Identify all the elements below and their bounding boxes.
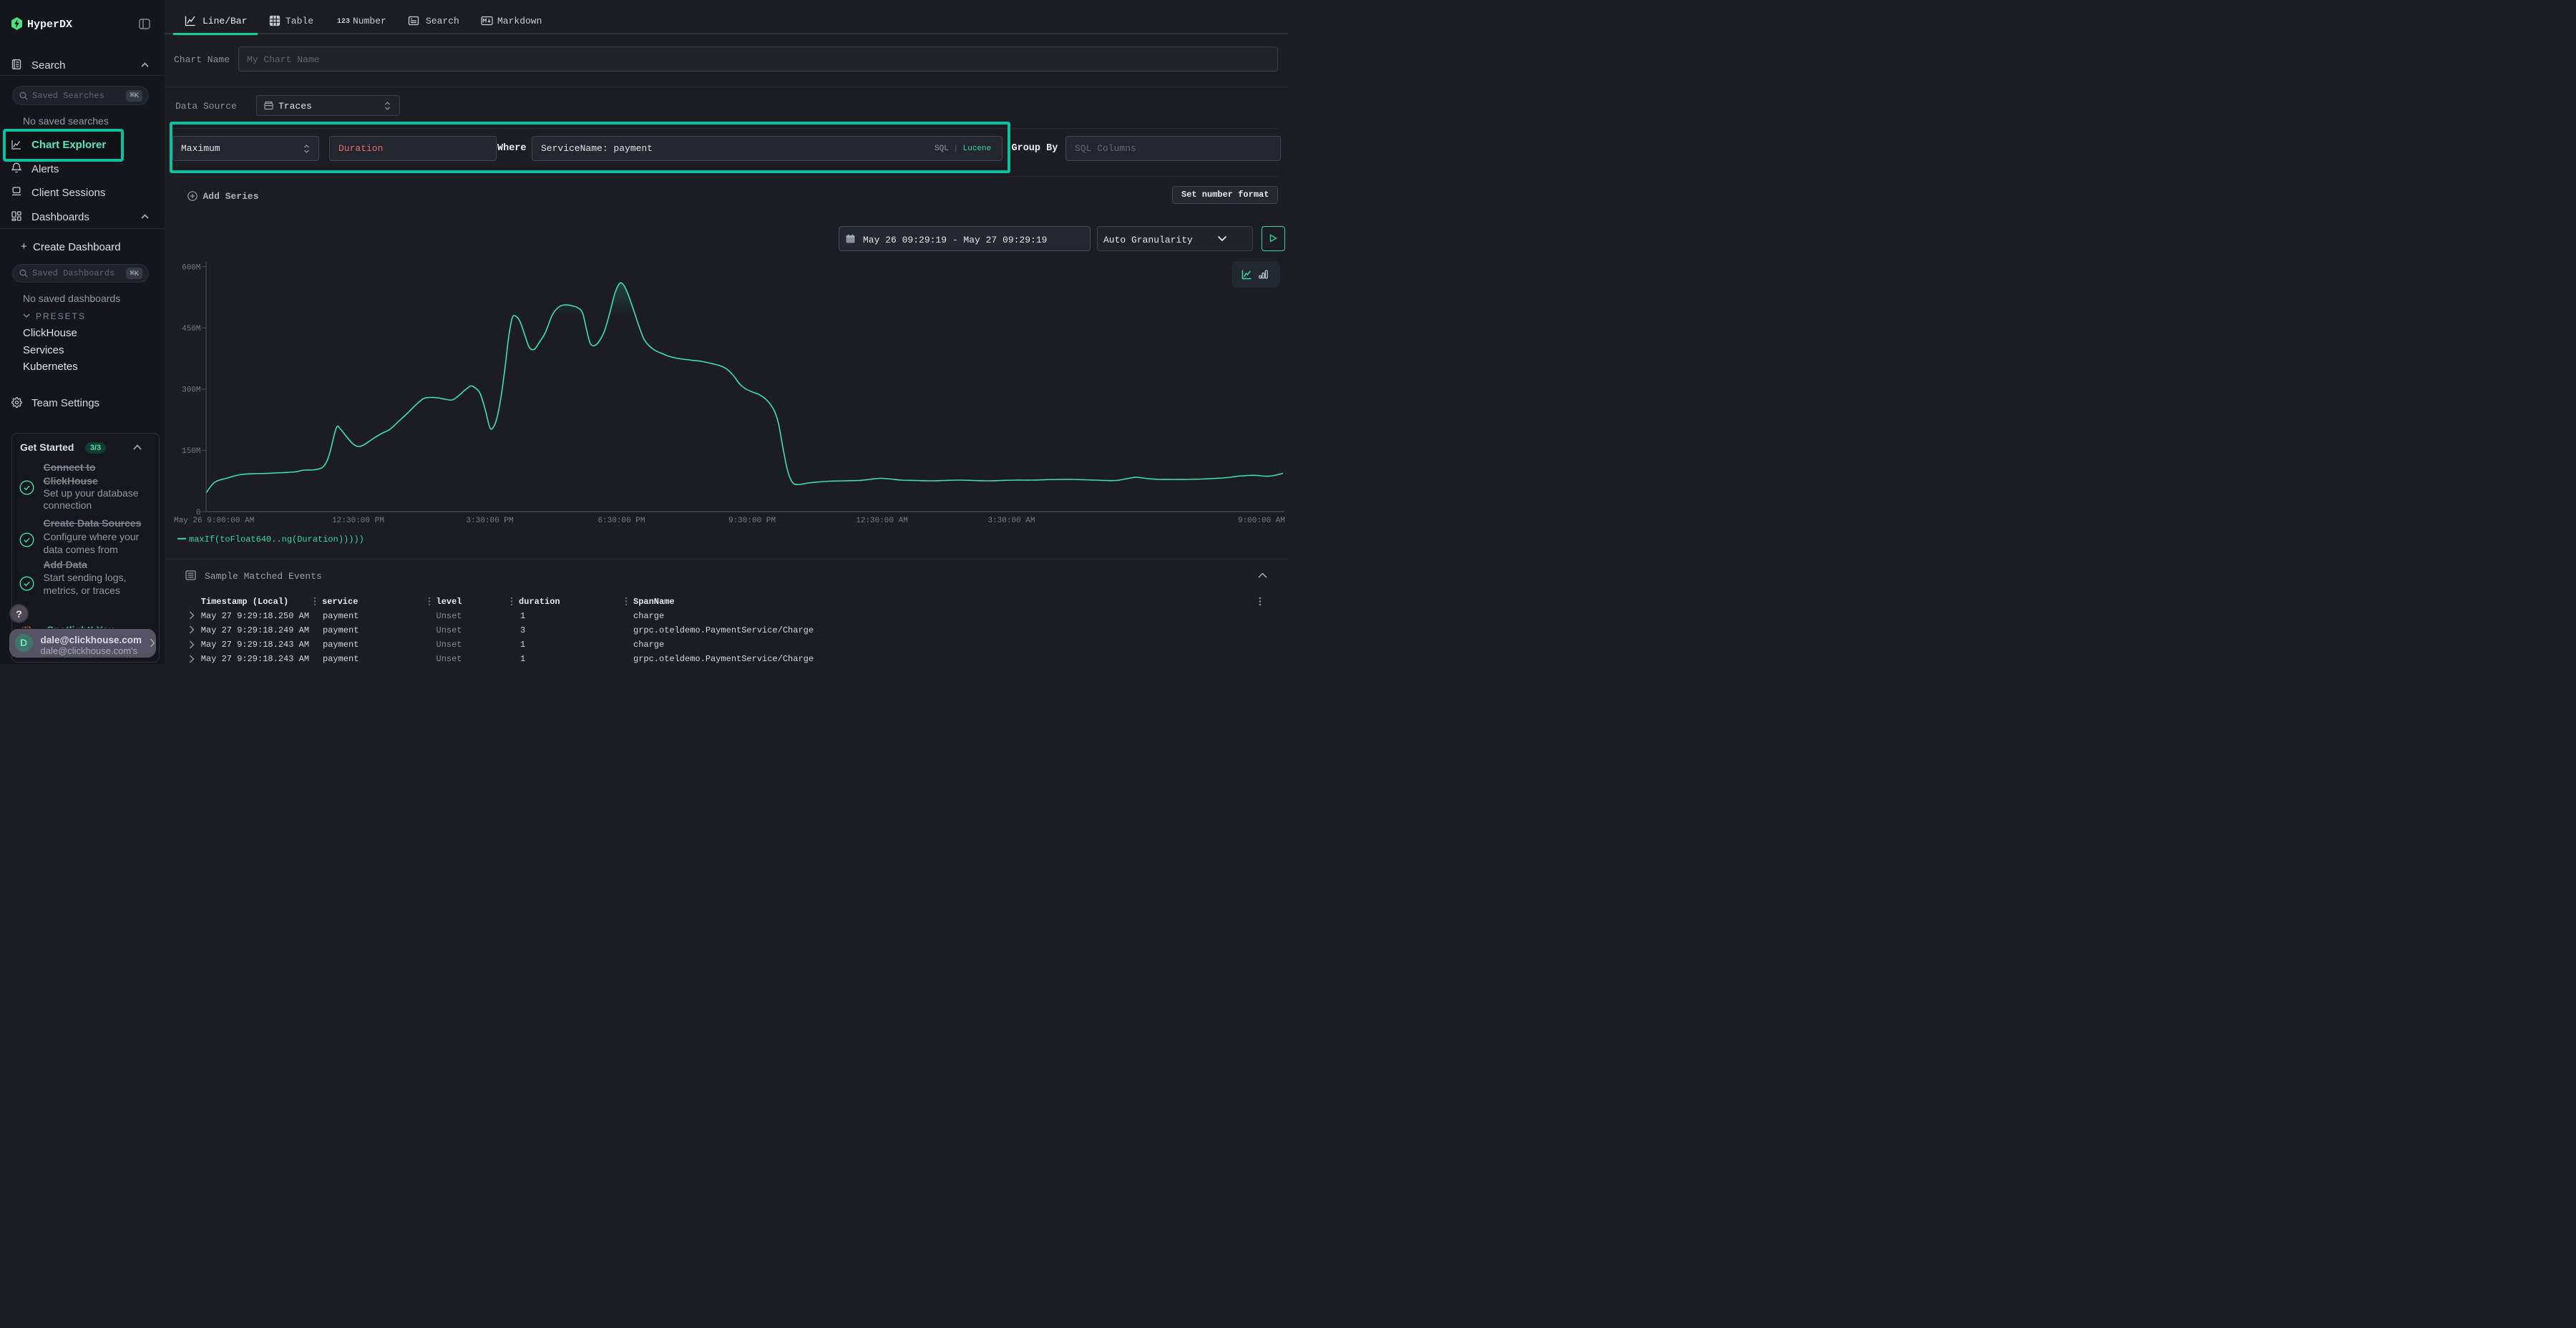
svg-text:300M: 300M — [182, 386, 200, 395]
svg-text:May 26 9:00:00 AM: May 26 9:00:00 AM — [174, 517, 254, 525]
svg-text:600M: 600M — [182, 264, 200, 273]
svg-text:12:30:00 PM: 12:30:00 PM — [332, 517, 384, 525]
svg-text:150M: 150M — [182, 447, 200, 456]
svg-text:450M: 450M — [182, 325, 200, 333]
svg-text:6:30:00 PM: 6:30:00 PM — [597, 517, 645, 525]
svg-text:9:30:00 PM: 9:30:00 PM — [728, 517, 776, 525]
svg-text:3:30:00 AM: 3:30:00 AM — [987, 517, 1035, 525]
svg-text:0: 0 — [196, 509, 201, 517]
svg-text:12:30:00 AM: 12:30:00 AM — [856, 517, 908, 525]
svg-text:maxIf(toFloat640..ng(Duration): maxIf(toFloat640..ng(Duration))))) — [189, 534, 364, 545]
svg-text:3:30:00 PM: 3:30:00 PM — [466, 517, 513, 525]
svg-text:9:00:00 AM: 9:00:00 AM — [1238, 517, 1285, 525]
